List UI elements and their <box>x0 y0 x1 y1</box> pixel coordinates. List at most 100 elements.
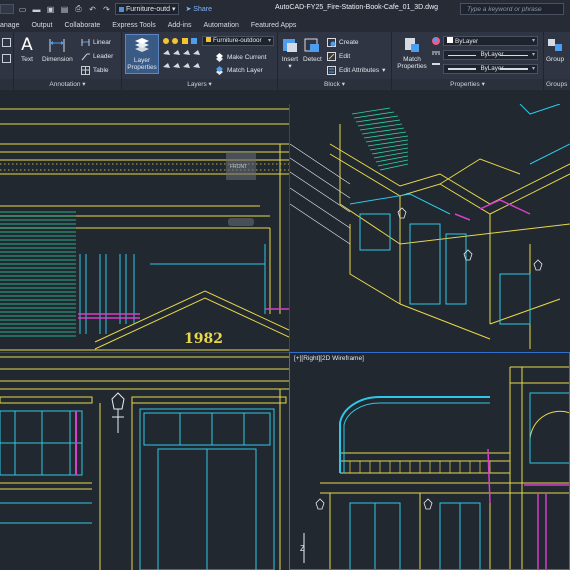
layer-swatch-icon <box>119 6 124 12</box>
layer-dropdown[interactable]: Furniture-outdoor <box>202 36 274 46</box>
match-layer-label: Match Layer <box>227 66 263 74</box>
redo-icon[interactable]: ↷ <box>101 4 112 14</box>
tab-output[interactable]: Output <box>25 22 58 29</box>
share-button[interactable]: ➤ Share <box>185 5 212 13</box>
linetype-dropdown[interactable]: ByLayer <box>443 50 538 60</box>
layers-panel: Layer Properties Furniture-outdoor Make … <box>122 32 278 90</box>
text-button[interactable]: A Text <box>18 36 36 63</box>
layer-tools-icons[interactable] <box>162 36 202 74</box>
viewport-front-lower[interactable] <box>0 353 289 570</box>
edit-attributes-button[interactable]: Edit Attributes ▾ <box>327 64 385 76</box>
edit-block-button[interactable]: Edit <box>327 50 350 62</box>
ucs-axis-label: Z <box>300 544 305 553</box>
ribbon: A Text Dimension Linear Leader Table Ann… <box>0 32 570 90</box>
viewport-front-elevation[interactable]: 1982 FRONT <box>0 104 289 352</box>
share-label: Share <box>193 6 212 13</box>
right-elevation-drawing: Z <box>300 366 570 570</box>
color-value: ByLayer <box>455 38 479 45</box>
annotation-panel: A Text Dimension Linear Leader Table Ann… <box>14 32 122 90</box>
create-block-button[interactable]: Create <box>327 36 359 48</box>
plot-icon[interactable]: ⎙ <box>73 4 84 14</box>
tab-collaborate[interactable]: Collaborate <box>58 22 106 29</box>
table-button[interactable]: Table <box>81 64 109 76</box>
document-title: AutoCAD-FY25_Fire-Station-Book-Cafe_01_3… <box>275 4 439 11</box>
detect-icon <box>303 36 321 54</box>
chevron-down-icon: ▾ <box>171 6 176 13</box>
lineweight-dropdown[interactable]: ByLayer <box>443 64 538 74</box>
detect-button[interactable]: Detect <box>303 36 322 63</box>
save-as-icon[interactable]: ▤ <box>59 4 70 14</box>
application-menu-button[interactable] <box>0 4 14 14</box>
edit-attributes-label: Edit Attributes <box>339 66 380 74</box>
edit-tool-icon[interactable] <box>2 38 11 47</box>
modify-tool-icon[interactable] <box>2 54 11 63</box>
navigation-bar[interactable] <box>228 218 254 226</box>
linear-icon <box>81 38 90 46</box>
annotation-panel-title[interactable]: Annotation ▾ <box>14 79 121 90</box>
table-icon <box>81 65 90 75</box>
linear-button[interactable]: Linear <box>81 36 111 48</box>
tab-manage[interactable]: anage <box>0 22 25 29</box>
linear-label: Linear <box>93 38 112 46</box>
undo-icon[interactable]: ↶ <box>87 4 98 14</box>
create-label: Create <box>339 38 359 46</box>
groups-panel-title[interactable]: Groups <box>544 79 570 90</box>
make-current-button[interactable]: Make Current <box>215 51 266 63</box>
title-bar: ▭ ▬ ▣ ▤ ⎙ ↶ ↷ Furniture-outd ▾ ➤ Share A… <box>0 0 570 18</box>
layer-properties-button[interactable]: Layer Properties <box>125 34 159 74</box>
layer-stack-icon <box>133 37 151 55</box>
create-block-icon <box>327 37 336 47</box>
isometric-drawing <box>290 104 570 349</box>
layer-dropdown-value: Furniture-outdoor <box>213 37 262 44</box>
tab-featured-apps[interactable]: Featured Apps <box>245 22 303 29</box>
leader-icon <box>81 53 90 60</box>
dimension-button[interactable]: Dimension <box>42 36 73 63</box>
match-layer-button[interactable]: Match Layer <box>215 64 263 76</box>
match-properties-label: Match Properties <box>397 56 427 70</box>
make-current-label: Make Current <box>227 53 267 61</box>
group-button[interactable]: Group <box>546 36 564 63</box>
make-current-icon <box>216 52 223 62</box>
workspace-dropdown[interactable]: Furniture-outd ▾ <box>115 3 180 15</box>
text-label: Text <box>21 56 33 63</box>
viewport-right-elevation[interactable]: [+][Right][2D Wireframe] Z <box>290 353 570 570</box>
drawing-area[interactable]: 1982 FRONT [+][Right][2D Wireframe] Z <box>0 90 570 570</box>
viewcube-face-label: FRONT <box>230 164 247 170</box>
ribbon-tabs: anage Output Collaborate Express Tools A… <box>0 18 570 32</box>
leader-label: Leader <box>93 52 114 60</box>
layer-properties-label: Layer Properties <box>127 57 157 71</box>
detect-label: Detect <box>303 56 322 63</box>
search-input[interactable]: Type a keyword or phrase <box>460 3 564 15</box>
save-icon[interactable]: ▣ <box>45 4 56 14</box>
tab-automation[interactable]: Automation <box>197 22 244 29</box>
groups-panel: Group Groups <box>544 32 570 90</box>
quick-access-toolbar: ▭ ▬ ▣ ▤ ⎙ ↶ ↷ Furniture-outd ▾ ➤ Share <box>0 3 212 15</box>
match-properties-button[interactable]: Match Properties <box>395 36 429 70</box>
leader-button[interactable]: Leader <box>81 50 113 62</box>
edit-label: Edit <box>339 52 351 60</box>
draw-panel-partial <box>0 32 14 90</box>
block-panel: Insert ▾ Detect Create Edit Edit Attribut… <box>278 32 392 90</box>
layers-panel-title[interactable]: Layers ▾ <box>122 79 277 90</box>
new-file-icon[interactable]: ▭ <box>17 4 28 14</box>
insert-label: Insert <box>281 56 299 63</box>
front-elevation-drawing: 1982 FRONT <box>0 108 289 351</box>
match-layer-icon <box>216 65 223 75</box>
viewport-3d-isometric[interactable] <box>290 104 570 352</box>
insert-icon <box>281 36 299 54</box>
tab-express-tools[interactable]: Express Tools <box>106 22 161 29</box>
workspace-value: Furniture-outd <box>126 5 170 13</box>
dimension-icon <box>48 36 66 54</box>
viewport-label[interactable]: [+][Right][2D Wireframe] <box>294 355 364 362</box>
color-swatch <box>447 37 453 43</box>
year-inscription: 1982 <box>184 331 223 347</box>
color-dropdown[interactable]: ByLayer <box>443 36 538 46</box>
group-label: Group <box>546 56 565 63</box>
properties-panel-title[interactable]: Properties ▾ <box>392 79 543 90</box>
block-panel-title[interactable]: Block ▾ <box>278 79 391 90</box>
open-folder-icon[interactable]: ▬ <box>31 4 42 14</box>
tab-add-ins[interactable]: Add-ins <box>162 22 198 29</box>
insert-button[interactable]: Insert ▾ <box>281 36 299 70</box>
text-icon: A <box>21 34 33 55</box>
match-properties-icon <box>403 36 421 54</box>
